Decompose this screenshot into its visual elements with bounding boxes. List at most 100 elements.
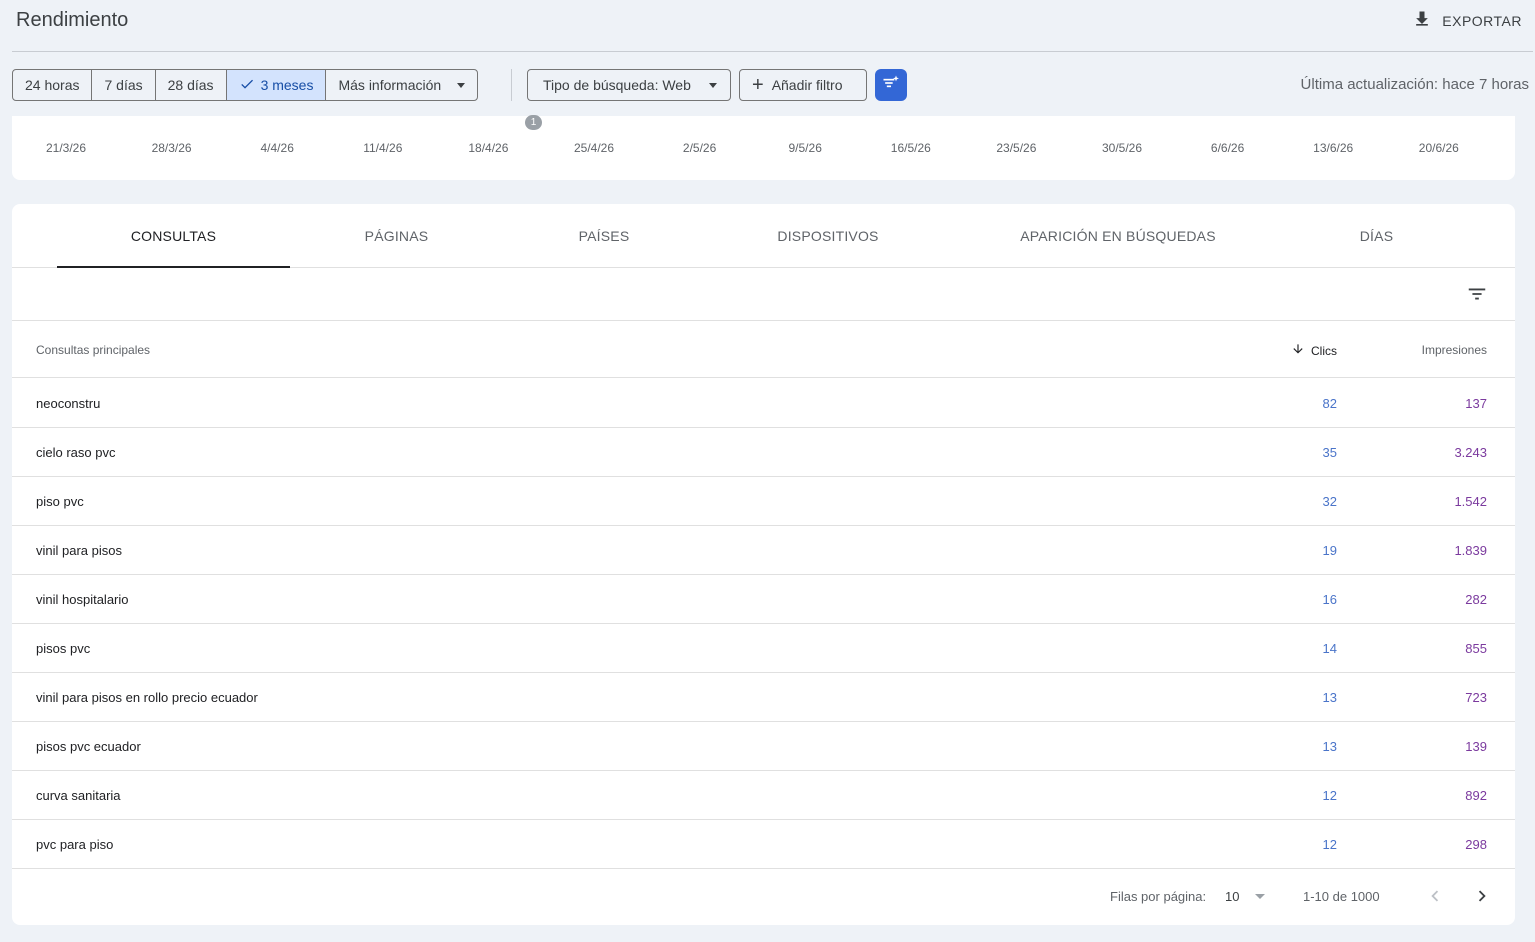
table-row[interactable]: vinil para pisos 19 1.839 <box>12 526 1515 575</box>
impressions-cell: 139 <box>1465 739 1487 754</box>
dropdown-caret-icon <box>708 82 717 88</box>
range-label: 28 días <box>167 77 214 93</box>
clicks-cell: 82 <box>1322 396 1337 411</box>
active-tab-indicator <box>57 266 290 268</box>
x-tick-label: 13/6/26 <box>1313 141 1354 155</box>
date-range-group: 24 horas 7 días 28 días 3 meses Más info… <box>12 69 479 101</box>
query-cell: pvc para piso <box>36 837 114 852</box>
table-row[interactable]: curva sanitaria 12 892 <box>12 771 1515 820</box>
query-cell: pisos pvc ecuador <box>36 739 141 754</box>
table-row[interactable]: pisos pvc 14 855 <box>12 624 1515 673</box>
chevron-right-icon[interactable] <box>1471 885 1493 907</box>
x-tick-label: 23/5/26 <box>996 141 1037 155</box>
x-tick-label: 18/4/26 <box>468 141 509 155</box>
query-cell: neoconstru <box>36 396 101 411</box>
chevron-left-icon[interactable] <box>1424 885 1446 907</box>
impressions-cell: 282 <box>1465 592 1487 607</box>
clicks-cell: 13 <box>1322 690 1337 705</box>
rows-per-page-select[interactable]: 10 <box>1225 889 1266 904</box>
impressions-cell: 855 <box>1465 641 1487 656</box>
pagination: Filas por página: 10 1-10 de 1000 <box>12 868 1515 925</box>
impressions-cell: 298 <box>1465 837 1487 852</box>
tab-dias[interactable]: DÍAS <box>1324 204 1429 268</box>
range-3m-button[interactable]: 3 meses <box>226 70 327 100</box>
filter-rows-icon[interactable] <box>1466 283 1488 305</box>
header-divider <box>12 51 1533 52</box>
x-tick-label: 6/6/26 <box>1210 141 1245 155</box>
clicks-cell: 35 <box>1322 445 1337 460</box>
search-type-label: Tipo de búsqueda: Web <box>543 77 691 93</box>
dimension-tabs: CONSULTAS PÁGINAS PAÍSES DISPOSITIVOS AP… <box>12 204 1515 268</box>
clicks-cell: 12 <box>1322 788 1337 803</box>
impressions-cell: 892 <box>1465 788 1487 803</box>
query-cell: vinil para pisos <box>36 543 122 558</box>
tab-aparicion-en-busquedas[interactable]: APARICIÓN EN BÚSQUEDAS <box>1002 204 1234 268</box>
filter-divider <box>511 69 512 101</box>
tab-paginas[interactable]: PÁGINAS <box>330 204 463 268</box>
column-header-clicks-label: Clics <box>1311 343 1337 358</box>
clicks-cell: 12 <box>1322 837 1337 852</box>
rows-per-page-label: Filas por página: <box>1110 889 1207 904</box>
tab-dispositivos[interactable]: DISPOSITIVOS <box>752 204 904 268</box>
dropdown-caret-icon <box>457 82 466 88</box>
plus-icon: + <box>752 74 764 96</box>
x-tick-label: 21/3/26 <box>45 141 87 155</box>
x-tick-label: 30/5/26 <box>1101 141 1143 155</box>
query-cell: cielo raso pvc <box>36 445 116 460</box>
table-row[interactable]: vinil hospitalario 16 282 <box>12 575 1515 624</box>
range-label: 24 horas <box>25 77 80 93</box>
add-filter-button[interactable]: + Añadir filtro <box>739 69 867 101</box>
tab-paises[interactable]: PAÍSES <box>544 204 664 268</box>
table-row[interactable]: vinil para pisos en rollo precio ecuador… <box>12 673 1515 722</box>
filter-bar: 24 horas 7 días 28 días 3 meses Más info… <box>12 69 1532 101</box>
x-tick-label: 25/4/26 <box>573 141 615 155</box>
add-filter-label: Añadir filtro <box>771 77 843 93</box>
clicks-cell: 32 <box>1322 494 1337 509</box>
clicks-cell: 14 <box>1322 641 1337 656</box>
range-7d-button[interactable]: 7 días <box>92 70 156 100</box>
table-row[interactable]: pvc para piso 12 298 <box>12 820 1515 869</box>
query-cell: piso pvc <box>36 494 84 509</box>
column-header-impressions[interactable]: Impresiones <box>1422 343 1487 357</box>
range-label: 3 meses <box>260 77 314 93</box>
table-row[interactable]: piso pvc 32 1.542 <box>12 477 1515 526</box>
dropdown-caret-icon <box>1255 894 1266 899</box>
more-info-dropdown[interactable]: Más información <box>326 70 477 100</box>
column-header-query: Consultas principales <box>36 343 151 357</box>
export-button[interactable]: EXPORTAR <box>1412 9 1522 32</box>
table-header: Consultas principales Clics Impresiones <box>12 321 1515 378</box>
search-type-dropdown[interactable]: Tipo de búsqueda: Web <box>527 69 731 101</box>
performance-chart: 1 21/3/26 28/3/26 4/4/26 11/4/26 18/4/26 25/4… <box>12 115 1515 180</box>
column-header-clicks[interactable]: Clics <box>1291 342 1337 359</box>
x-tick-label: 28/3/26 <box>151 141 192 155</box>
range-label: Más información <box>338 77 442 93</box>
chart-annotation-marker[interactable]: 1 <box>525 115 542 130</box>
impressions-cell: 137 <box>1465 396 1487 411</box>
query-cell: pisos pvc <box>36 641 91 656</box>
x-tick-label: 20/6/26 <box>1418 141 1459 155</box>
pagination-range: 1-10 de 1000 <box>1303 889 1380 904</box>
table-row[interactable]: neoconstru 82 137 <box>12 379 1515 428</box>
smart-filter-button[interactable] <box>875 69 907 101</box>
table-row[interactable]: pisos pvc ecuador 13 139 <box>12 722 1515 771</box>
export-label: EXPORTAR <box>1442 12 1522 29</box>
clicks-cell: 19 <box>1322 543 1337 558</box>
page-title: Rendimiento <box>16 9 129 31</box>
data-table-card: CONSULTAS PÁGINAS PAÍSES DISPOSITIVOS AP… <box>12 204 1515 925</box>
table-row[interactable]: cielo raso pvc 35 3.243 <box>12 428 1515 477</box>
impressions-cell: 3.243 <box>1454 445 1487 460</box>
impressions-cell: 723 <box>1465 690 1487 705</box>
query-cell: vinil hospitalario <box>36 592 129 607</box>
x-tick-label: 9/5/26 <box>788 141 822 155</box>
tab-consultas[interactable]: CONSULTAS <box>57 204 290 268</box>
table-toolbar <box>12 269 1515 321</box>
sparkle-filter-icon <box>881 73 901 98</box>
x-tick-label: 4/4/26 <box>260 141 294 155</box>
range-28d-button[interactable]: 28 días <box>156 70 227 100</box>
rows-per-page-value: 10 <box>1225 889 1240 904</box>
range-24h-button[interactable]: 24 horas <box>13 70 93 100</box>
download-icon <box>1412 9 1432 32</box>
last-update-text: Última actualización: hace 7 horas <box>1300 76 1529 93</box>
query-cell: vinil para pisos en rollo precio ecuador <box>36 690 258 705</box>
check-icon <box>239 76 255 95</box>
